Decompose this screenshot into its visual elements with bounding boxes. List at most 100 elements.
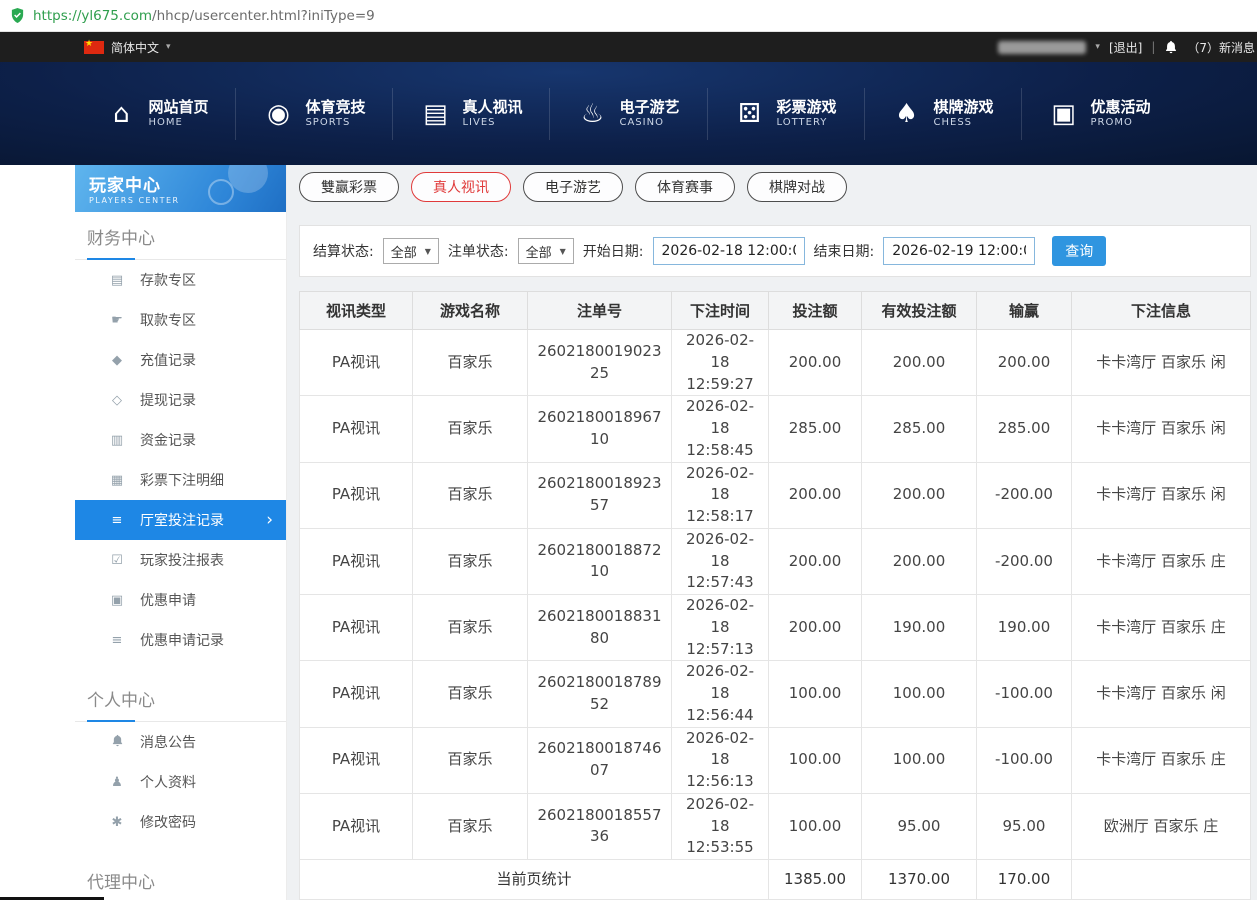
screen: https://yl675.com/hhcp/usercenter.html?i…	[0, 0, 1257, 900]
nav-item-sports[interactable]: ◉ 体育竞技SPORTS	[236, 88, 393, 140]
sidebar-section-agent: 代理中心	[75, 856, 286, 900]
cell-bet-time: 2026-02-18 12:56:44	[672, 661, 769, 727]
nav-label-en: PROMO	[1091, 117, 1151, 130]
sidebar-item-lottery-bet-detail[interactable]: ▦ 彩票下注明细	[75, 460, 286, 500]
order-status-label: 注单状态:	[448, 241, 509, 261]
language-label: 简体中文	[111, 39, 159, 56]
query-button[interactable]: 查询	[1052, 236, 1106, 266]
logout-button[interactable]: [退出]	[1109, 39, 1142, 56]
order-status-select[interactable]: 全部 ▼	[518, 238, 574, 264]
topbar-user-area: ▾ [退出] | （7）新消息	[998, 39, 1257, 56]
summary-winloss: 170.00	[977, 860, 1072, 900]
header-video-type: 视讯类型	[300, 292, 413, 330]
cell-bet-id: 260218001883180	[528, 595, 672, 661]
cell-bet-id: 260218001892357	[528, 462, 672, 528]
cell-winloss: 95.00	[977, 793, 1072, 859]
cell-winloss: -100.00	[977, 661, 1072, 727]
sidebar-item-messages[interactable]: 消息公告	[75, 722, 286, 762]
sidebar-item-withdraw-area[interactable]: ☛ 取款专区	[75, 300, 286, 340]
nav-label-zh: 优惠活动	[1091, 98, 1151, 117]
nav-label-en: LIVES	[462, 117, 522, 130]
cell-valid-amount: 100.00	[862, 661, 977, 727]
promo-apply-record-icon: ≡	[109, 633, 125, 648]
sidebar-item-change-password[interactable]: ✱ 修改密码	[75, 802, 286, 842]
summary-row-current-page: 当前页统计 1385.00 1370.00 170.00	[300, 860, 1251, 900]
sidebar-title: 玩家中心	[89, 171, 286, 196]
table-row: PA视讯 百家乐 260218001855736 2026-02-18 12:5…	[300, 793, 1251, 859]
bet-records-table: 视讯类型 游戏名称 注单号 下注时间 投注额 有效投注额 输赢 下注信息 PA视	[299, 291, 1251, 900]
home-icon: ⌂	[106, 99, 136, 129]
sidebar-item-withdraw-record[interactable]: ◇ 提现记录	[75, 380, 286, 420]
cell-winloss: -100.00	[977, 727, 1072, 793]
sidebar-item-deposit-area[interactable]: ▤ 存款专区	[75, 260, 286, 300]
cell-bet-info: 卡卡湾厅 百家乐 闲	[1072, 396, 1251, 462]
summary-bet-amount: 1385.00	[769, 860, 862, 900]
cell-bet-time: 2026-02-18 12:56:13	[672, 727, 769, 793]
sidebar-item-label: 厅室投注记录	[140, 510, 224, 530]
header-bet-info: 下注信息	[1072, 292, 1251, 330]
summary-empty	[1072, 860, 1251, 900]
profile-icon: ♟	[109, 775, 125, 790]
start-date-input[interactable]	[653, 237, 805, 265]
messages-link[interactable]: （7）新消息	[1187, 39, 1255, 56]
browser-address-bar[interactable]: https://yl675.com/hhcp/usercenter.html?i…	[0, 0, 1257, 32]
sidebar: 玩家中心 PLAYERS CENTER 财务中心 ▤ 存款专区 ☛ 取款专区 ◆…	[75, 165, 287, 900]
settle-status-select[interactable]: 全部 ▼	[383, 238, 439, 264]
nav-item-promo[interactable]: ▣ 优惠活动PROMO	[1022, 88, 1178, 140]
sidebar-item-promo-apply[interactable]: ▣ 优惠申请	[75, 580, 286, 620]
table-row: PA视讯 百家乐 260218001887210 2026-02-18 12:5…	[300, 528, 1251, 594]
sidebar-item-label: 提现记录	[140, 390, 196, 410]
sidebar-item-label: 优惠申请记录	[140, 630, 224, 650]
tab-sports[interactable]: 体育赛事	[635, 172, 735, 202]
sidebar-section-personal: 个人中心	[75, 674, 286, 722]
nav-item-home[interactable]: ⌂ 网站首页HOME	[79, 88, 236, 140]
sidebar-item-profile[interactable]: ♟ 个人资料	[75, 762, 286, 802]
caret-down-icon[interactable]: ▾	[1095, 42, 1100, 52]
withdraw-record-icon: ◇	[109, 393, 125, 408]
section-label: 财务中心	[87, 229, 155, 249]
nav-item-casino[interactable]: ♨ 电子游艺CASINO	[550, 88, 707, 140]
sidebar-item-label: 修改密码	[140, 812, 196, 832]
username-blurred[interactable]	[998, 41, 1086, 54]
sidebar-item-player-bet-report[interactable]: ☑ 玩家投注报表	[75, 540, 286, 580]
sidebar-item-hall-bet-record[interactable]: ≡ 厅室投注记录 ›	[75, 500, 286, 540]
cell-video-type: PA视讯	[300, 462, 413, 528]
bell-icon[interactable]	[1164, 40, 1178, 54]
language-selector[interactable]: ★ 简体中文 ▾	[84, 39, 171, 56]
sidebar-item-label: 彩票下注明细	[140, 470, 224, 490]
cell-bet-info: 卡卡湾厅 百家乐 闲	[1072, 462, 1251, 528]
header-bet-amount: 投注额	[769, 292, 862, 330]
casino-lamp-icon: ♨	[577, 99, 607, 129]
page-body: 玩家中心 PLAYERS CENTER 财务中心 ▤ 存款专区 ☛ 取款专区 ◆…	[0, 165, 1257, 900]
main-navigation: ⌂ 网站首页HOME ◉ 体育竞技SPORTS ▤ 真人视讯LIVES ♨ 电子…	[0, 62, 1257, 165]
sidebar-item-promo-apply-record[interactable]: ≡ 优惠申请记录	[75, 620, 286, 660]
end-date-label: 结束日期:	[814, 241, 875, 261]
cell-game-name: 百家乐	[413, 330, 528, 396]
shield-check-icon	[10, 8, 25, 23]
player-bet-report-icon: ☑	[109, 553, 125, 568]
end-date-input[interactable]	[883, 237, 1035, 265]
sidebar-item-recharge-record[interactable]: ◆ 充值记录	[75, 340, 286, 380]
cell-bet-amount: 100.00	[769, 661, 862, 727]
sidebar-item-funds-record[interactable]: ▥ 资金记录	[75, 420, 286, 460]
cell-bet-info: 卡卡湾厅 百家乐 庄	[1072, 727, 1251, 793]
caret-down-icon: ▼	[425, 247, 431, 256]
url-text[interactable]: https://yl675.com/hhcp/usercenter.html?i…	[33, 8, 375, 24]
cell-bet-info: 欧洲厅 百家乐 庄	[1072, 793, 1251, 859]
sidebar-item-label: 存款专区	[140, 270, 196, 290]
summary-valid-amount: 1370.00	[862, 860, 977, 900]
tab-egames[interactable]: 电子游艺	[523, 172, 623, 202]
tab-chess[interactable]: 棋牌对战	[747, 172, 847, 202]
cell-bet-amount: 285.00	[769, 396, 862, 462]
tab-live-video[interactable]: 真人视讯	[411, 172, 511, 202]
nav-item-lives[interactable]: ▤ 真人视讯LIVES	[393, 88, 550, 140]
chevron-right-icon: ›	[266, 510, 273, 530]
table-row: PA视讯 百家乐 260218001874607 2026-02-18 12:5…	[300, 727, 1251, 793]
table-row: PA视讯 百家乐 260218001892357 2026-02-18 12:5…	[300, 462, 1251, 528]
tab-lottery[interactable]: 雙赢彩票	[299, 172, 399, 202]
nav-item-lottery[interactable]: ⚄ 彩票游戏LOTTERY	[708, 88, 865, 140]
nav-item-chess[interactable]: ♠ 棋牌游戏CHESS	[865, 88, 1022, 140]
cell-valid-amount: 200.00	[862, 462, 977, 528]
change-password-icon: ✱	[109, 815, 125, 830]
topbar: ★ 简体中文 ▾ ▾ [退出] | （7）新消息	[0, 32, 1257, 62]
